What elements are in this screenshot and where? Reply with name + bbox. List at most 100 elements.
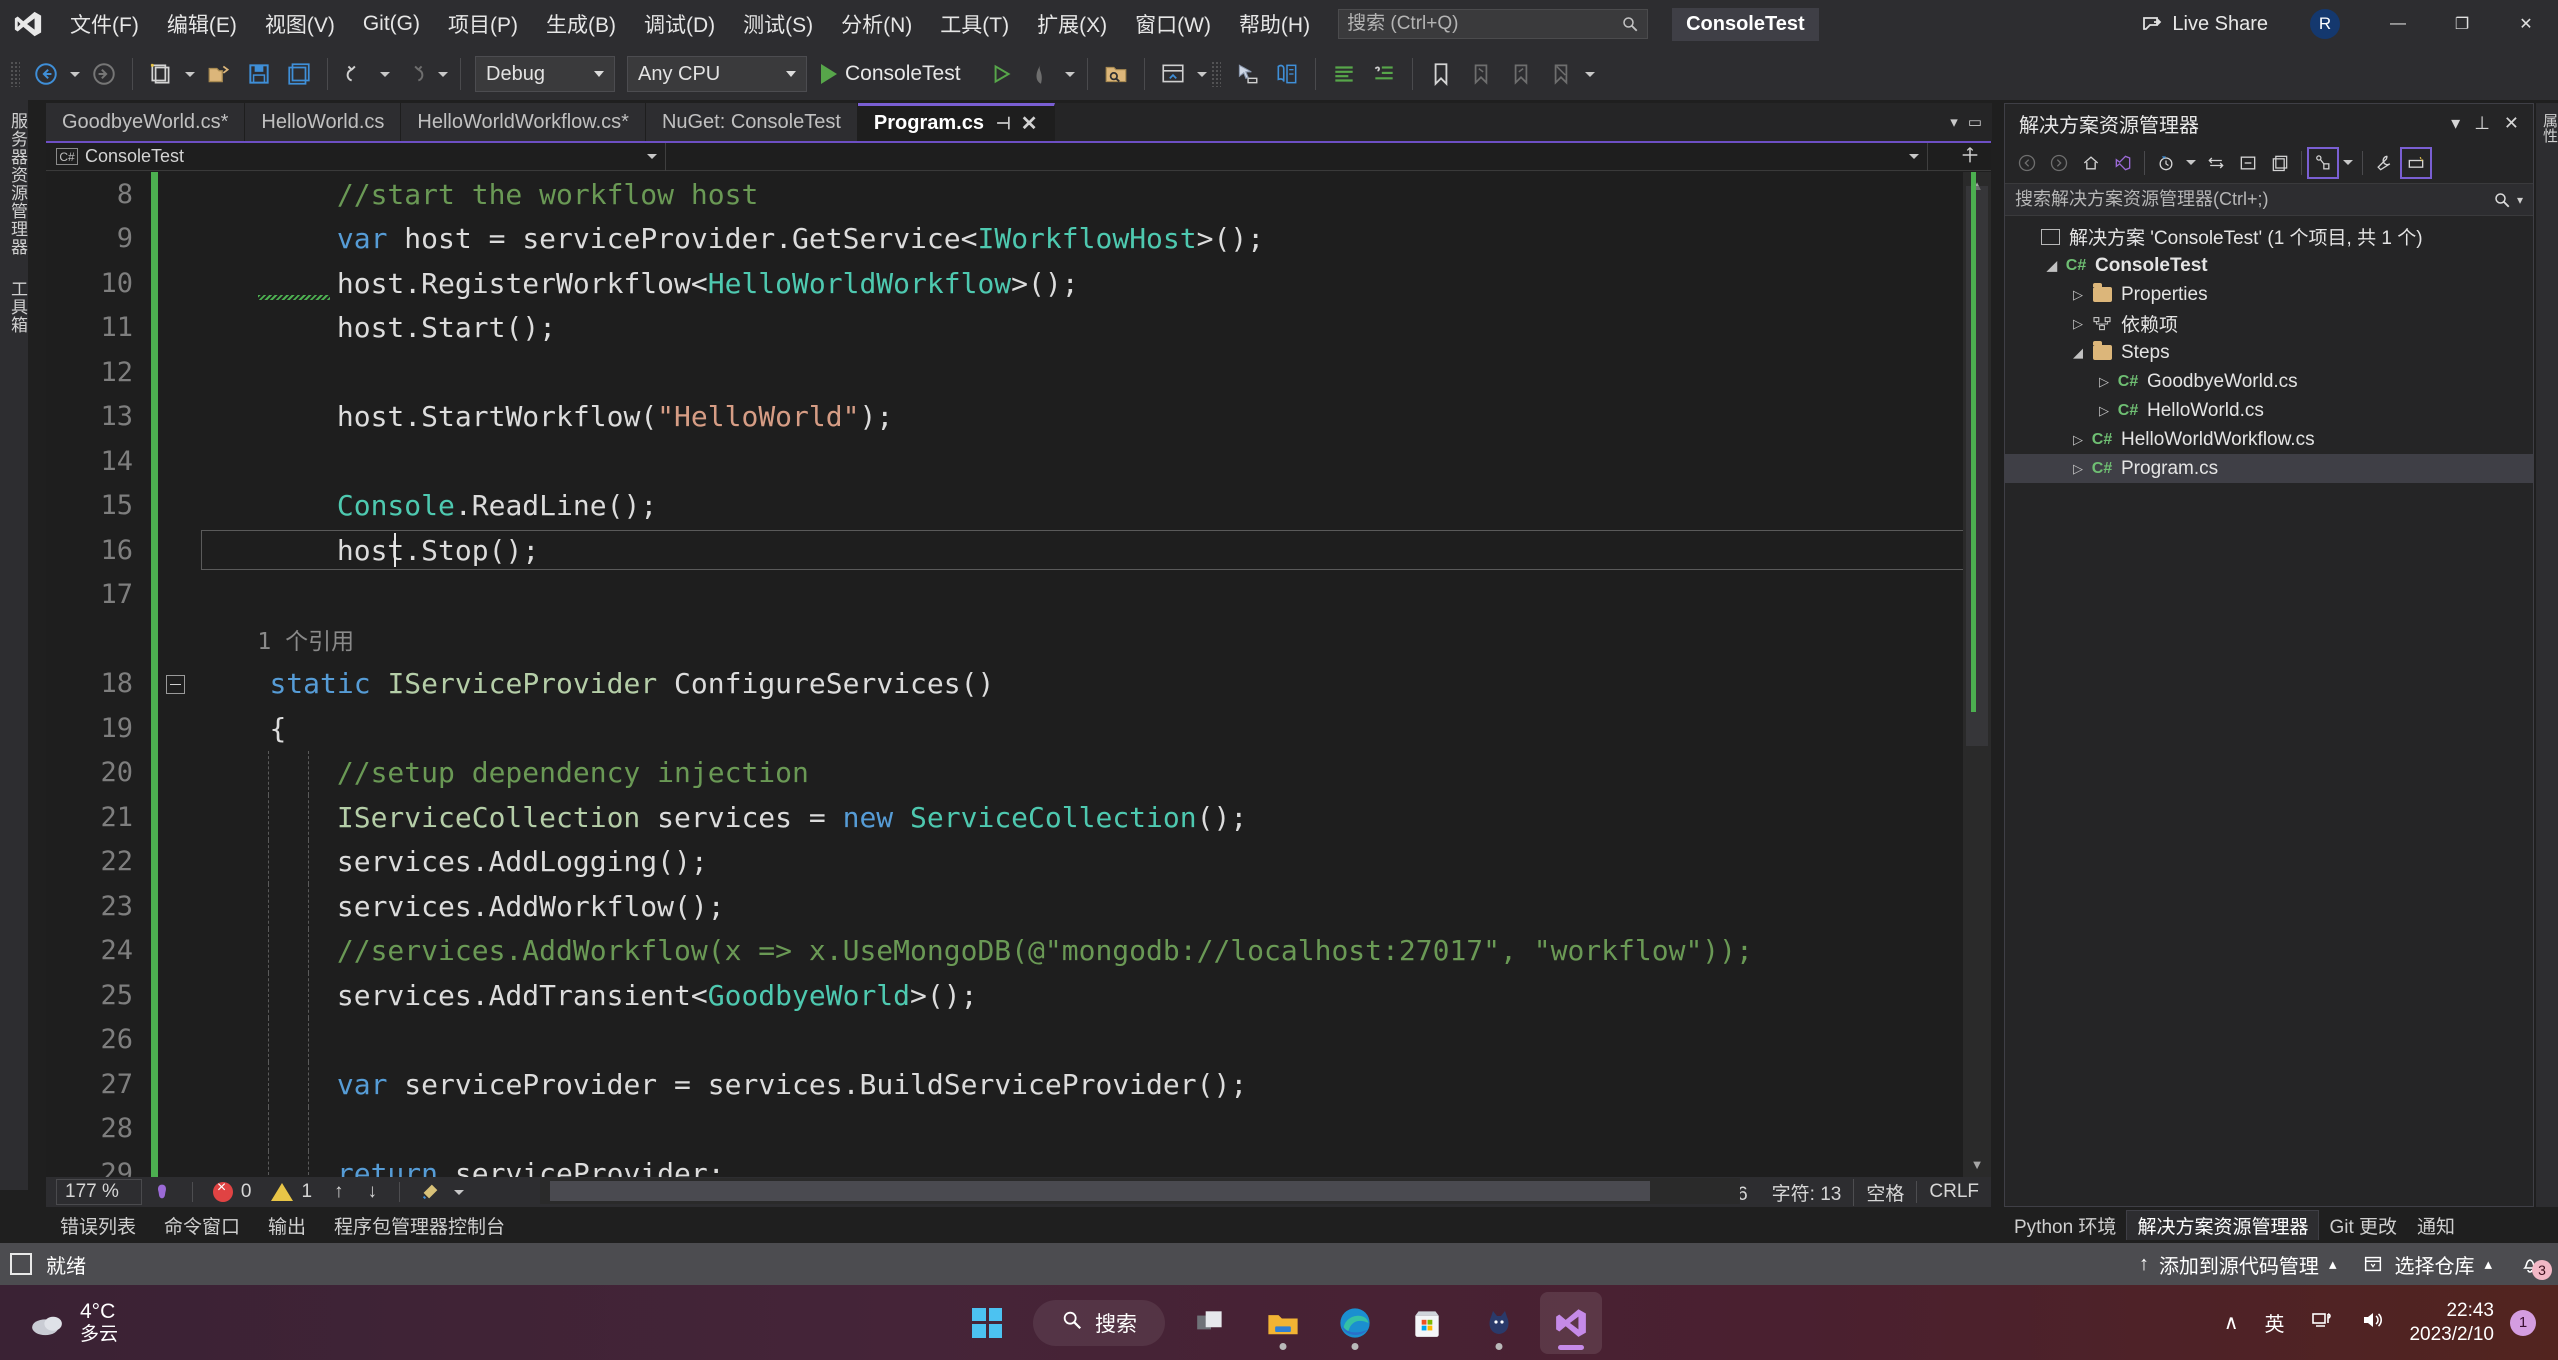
- outlining-margin[interactable]: [158, 617, 194, 662]
- tree-item[interactable]: ◢Steps: [2005, 338, 2533, 367]
- pin-icon[interactable]: ⊣: [996, 114, 1011, 134]
- navigate-back-dropdown[interactable]: [66, 54, 84, 94]
- previous-bookmark-button[interactable]: [1461, 54, 1501, 94]
- dock-tab[interactable]: Git 更改: [2319, 1210, 2407, 1240]
- bottom-tab-command-window[interactable]: 命令窗口: [150, 1212, 254, 1239]
- new-project-dropdown[interactable]: [181, 54, 199, 94]
- ime-indicator[interactable]: 英: [2264, 1308, 2284, 1337]
- outlining-margin[interactable]: [158, 1018, 194, 1063]
- code-line[interactable]: 17: [46, 573, 1991, 618]
- open-file-button[interactable]: [199, 54, 239, 94]
- outlining-margin[interactable]: [158, 395, 194, 440]
- microsoft-store-icon[interactable]: [1396, 1292, 1458, 1354]
- tree-item[interactable]: ▷C#HelloWorld.cs: [2005, 396, 2533, 425]
- chevron-down-icon[interactable]: ▾: [2517, 193, 2523, 207]
- se-solution-view-button[interactable]: [2107, 147, 2139, 179]
- outlining-margin[interactable]: [158, 751, 194, 796]
- right-tab-properties[interactable]: 属性: [2536, 103, 2558, 153]
- split-editor-icon[interactable]: [1959, 144, 1985, 170]
- outlining-margin[interactable]: [158, 662, 194, 707]
- code-line[interactable]: 21 IServiceCollection services = new Ser…: [46, 795, 1991, 840]
- outlining-margin[interactable]: [158, 261, 194, 306]
- collapse-region-icon[interactable]: [166, 675, 185, 694]
- se-properties-button[interactable]: [2368, 147, 2400, 179]
- properties-window-button[interactable]: [1227, 54, 1267, 94]
- visual-studio-icon[interactable]: [1540, 1292, 1602, 1354]
- clear-bookmarks-button[interactable]: [1541, 54, 1581, 94]
- se-pending-changes-dropdown[interactable]: [2182, 143, 2200, 183]
- line-ending-indicator[interactable]: CRLF: [1916, 1181, 1991, 1203]
- se-forward-button[interactable]: [2043, 147, 2075, 179]
- navigate-back-button[interactable]: [26, 54, 66, 94]
- menu-edit[interactable]: 编辑(E): [153, 0, 251, 48]
- tree-item[interactable]: ▷依赖项: [2005, 309, 2533, 338]
- weather-widget[interactable]: 4°C 多云: [0, 1299, 118, 1347]
- code-line[interactable]: 9 var host = serviceProvider.GetService<…: [46, 217, 1991, 262]
- menu-help[interactable]: 帮助(H): [1225, 0, 1324, 48]
- toggle-bookmark-button[interactable]: [1421, 54, 1461, 94]
- horizontal-scroll-thumb[interactable]: [550, 1181, 1650, 1201]
- navbar-member-dropdown[interactable]: [666, 143, 1928, 171]
- comment-selection-button[interactable]: [1324, 54, 1364, 94]
- editor-tab-helloworldworkflow[interactable]: HelloWorldWorkflow.cs*: [401, 103, 646, 141]
- toolbar-grip[interactable]: [10, 61, 20, 87]
- code-line[interactable]: 14: [46, 439, 1991, 484]
- tree-item[interactable]: 解决方案 'ConsoleTest' (1 个项目, 共 1 个): [2005, 222, 2533, 251]
- previous-issue-button[interactable]: ↑: [322, 1181, 356, 1203]
- collapsed-twisty-icon[interactable]: ▷: [2067, 461, 2089, 477]
- se-sync-with-active-document-button[interactable]: [2200, 147, 2232, 179]
- start-debugging-button[interactable]: ConsoleTest: [813, 54, 981, 94]
- save-button[interactable]: [239, 54, 279, 94]
- editor-tab-helloworld[interactable]: HelloWorld.cs: [245, 103, 401, 141]
- code-cleanup-button[interactable]: [410, 1172, 450, 1212]
- chevron-down-icon[interactable]: ▾: [1950, 113, 1958, 131]
- global-search-box[interactable]: [1338, 9, 1648, 39]
- start-windows-icon[interactable]: [956, 1292, 1018, 1354]
- menu-test[interactable]: 测试(S): [729, 0, 827, 48]
- outlining-margin[interactable]: [158, 1062, 194, 1107]
- code-line[interactable]: 15 Console.ReadLine();: [46, 484, 1991, 529]
- outlining-margin[interactable]: [158, 884, 194, 929]
- outlining-margin[interactable]: [158, 795, 194, 840]
- editor-tab-goodbyeworld[interactable]: GoodbyeWorld.cs*: [46, 103, 245, 141]
- menu-analyze[interactable]: 分析(N): [827, 0, 926, 48]
- window-maximize-button[interactable]: ❐: [2430, 0, 2494, 48]
- live-share-button[interactable]: Live Share: [2124, 12, 2284, 36]
- menu-debug[interactable]: 调试(D): [630, 0, 729, 48]
- window-close-button[interactable]: ✕: [2494, 0, 2558, 48]
- window-layout-dropdown[interactable]: [1193, 54, 1211, 94]
- code-line[interactable]: 19 {: [46, 706, 1991, 751]
- outlining-margin[interactable]: [158, 929, 194, 974]
- collapsed-twisty-icon[interactable]: ▷: [2067, 287, 2089, 303]
- se-view-code-map-dropdown[interactable]: [2339, 143, 2357, 183]
- menu-extensions[interactable]: 扩展(X): [1023, 0, 1121, 48]
- left-tab-toolbox[interactable]: 工具箱: [0, 268, 35, 346]
- code-line[interactable]: 20 //setup dependency injection: [46, 751, 1991, 796]
- editor-tab-nuget[interactable]: NuGet: ConsoleTest: [646, 103, 858, 141]
- start-without-debugging-button[interactable]: [981, 54, 1021, 94]
- pin-icon[interactable]: ⊥: [2474, 113, 2490, 134]
- dock-tab[interactable]: 解决方案资源管理器: [2126, 1210, 2319, 1240]
- se-view-code-map-button[interactable]: [2307, 147, 2339, 179]
- network-icon[interactable]: [2310, 1308, 2334, 1338]
- expanded-twisty-icon[interactable]: ◢: [2067, 345, 2089, 361]
- code-line[interactable]: 24 //services.AddWorkflow(x => x.UseMong…: [46, 929, 1991, 974]
- outlining-margin[interactable]: [158, 573, 194, 618]
- outlining-margin[interactable]: [158, 1107, 194, 1152]
- bottom-tab-output[interactable]: 输出: [254, 1212, 320, 1239]
- menu-build[interactable]: 生成(B): [532, 0, 630, 48]
- indentation-indicator[interactable]: 空格: [1853, 1179, 1916, 1206]
- add-to-source-control-button[interactable]: ↑ 添加到源代码管理 ▴: [2139, 1250, 2337, 1279]
- intellicode-icon[interactable]: [142, 1172, 182, 1212]
- solution-platform-combo[interactable]: Any CPU: [627, 56, 807, 92]
- solution-configuration-combo[interactable]: Debug: [475, 56, 615, 92]
- hot-reload-dropdown[interactable]: [1061, 54, 1079, 94]
- outlining-margin[interactable]: [158, 172, 194, 217]
- taskbar-clock[interactable]: 22:43 2023/2/10: [2409, 1299, 2494, 1347]
- volume-icon[interactable]: [2360, 1308, 2384, 1338]
- outlining-margin[interactable]: [158, 528, 194, 573]
- collapsed-twisty-icon[interactable]: ▷: [2067, 432, 2089, 448]
- outlining-margin[interactable]: [158, 840, 194, 885]
- code-line[interactable]: 29 return serviceProvider;: [46, 1151, 1991, 1177]
- taskbar-search-button[interactable]: 搜索: [1033, 1300, 1165, 1346]
